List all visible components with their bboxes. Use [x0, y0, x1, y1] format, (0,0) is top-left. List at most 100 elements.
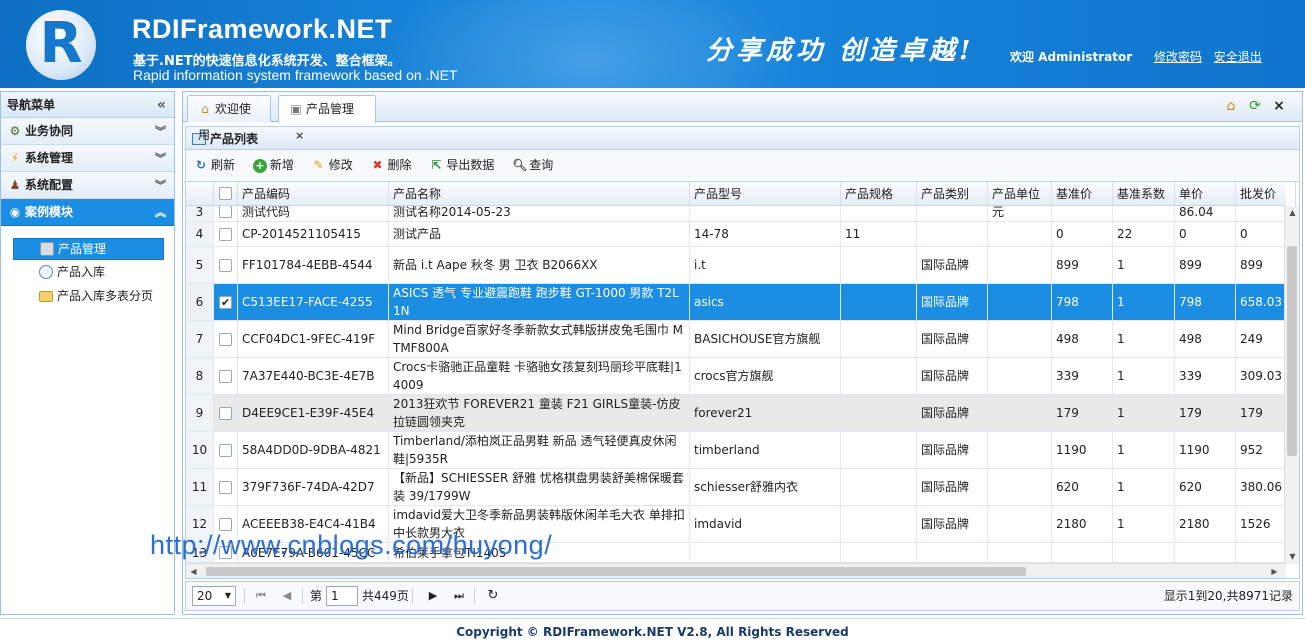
select-all-checkbox[interactable] — [219, 187, 232, 200]
cell-coef: 1 — [1113, 247, 1175, 283]
refresh-icon[interactable]: ⟳ — [1244, 98, 1266, 114]
collapse-left-icon[interactable]: « — [157, 92, 166, 118]
change-password-link[interactable]: 修改密码 — [1154, 50, 1202, 64]
delete-button[interactable]: ✖ 删除 — [371, 150, 412, 180]
page-number-input[interactable]: 1 — [326, 586, 358, 606]
vertical-scrollbar[interactable]: ▲ ▼ — [1284, 206, 1299, 564]
tree-item-product-management[interactable]: 产品管理 — [13, 238, 164, 260]
cell-text: 899 — [1056, 258, 1079, 272]
prev-page-button[interactable]: ◀ — [278, 582, 296, 610]
tab-product-management[interactable]: ▣ 产品管理× — [278, 95, 376, 142]
close-icon[interactable]: × — [295, 129, 304, 142]
toolbar: ↻ 刷新 + 新增 ✎ 修改 ✖ 删除 ⇱ 导出数据 🔍︎ 查询 — [185, 150, 1300, 180]
sidebar: 导航菜单 « ⚙ 业务协同 ︾ ⚡ 系统管理 ︾ ♟ 系统配置 ︾ ◉ 案例模块 ︽ 产… — [0, 91, 175, 615]
cell-text: 309.03 — [1240, 369, 1282, 383]
sidebar-group-config[interactable]: ♟ 系统配置 ︾ — [1, 172, 174, 199]
row-checkbox[interactable] — [219, 369, 232, 383]
next-page-button[interactable]: ▶ — [424, 582, 442, 610]
table-row[interactable]: 5 FF101784-4EBB-4544 新品 i.t Aape 秋冬 男 卫衣 B… — [186, 247, 1286, 284]
header-spec[interactable]: 产品规格 — [841, 182, 917, 206]
cell-unit — [988, 469, 1052, 505]
logo: R — [26, 10, 96, 80]
row-checkbox[interactable] — [219, 443, 232, 457]
row-checkbox[interactable] — [219, 517, 232, 531]
cell-text: BASICHOUSE官方旗舰 — [694, 332, 821, 346]
table-row[interactable]: 6 C513EE17-FACE-4255 ASICS 透气 专业避震跑鞋 跑步鞋 G… — [186, 284, 1286, 321]
first-page-button[interactable]: ⏮︎ — [252, 582, 270, 610]
close-icon[interactable]: × — [1268, 98, 1290, 114]
table-row[interactable]: 11 379F736F-74DA-42D7 【新品】SCHIESSER 舒雅 忧格棋… — [186, 469, 1286, 506]
table-row[interactable]: 8 7A37E440-BC3E-4E7B Crocs卡骆驰正品童鞋 卡骆驰女孩复刻玛… — [186, 358, 1286, 395]
export-button[interactable]: ⇱ 导出数据 — [429, 150, 494, 180]
tab-welcome[interactable]: ⌂ 欢迎使用 — [187, 95, 271, 142]
cell-n: 9 — [186, 395, 214, 431]
refresh-icon[interactable]: ↻ — [484, 582, 502, 610]
edit-button[interactable]: ✎ 修改 — [312, 150, 353, 180]
cell-text: 658.03 — [1240, 295, 1282, 309]
scroll-thumb[interactable] — [206, 567, 1026, 576]
header-code[interactable]: 产品编码 — [238, 182, 389, 206]
cell-code: FF101784-4EBB-4544 — [238, 247, 389, 283]
scroll-right-icon[interactable]: ▶ — [1267, 564, 1282, 578]
horizontal-scrollbar[interactable]: ◀ ▶ — [186, 563, 1286, 578]
table-row[interactable]: 9 D4EE9CE1-E39F-45E4 2013狂欢节 FOREVER21 童装 … — [186, 395, 1286, 432]
home-icon[interactable]: ⌂ — [1220, 98, 1242, 114]
refresh-button[interactable]: ↻ 刷新 — [194, 150, 235, 180]
chevron-down-icon: ▼ — [224, 591, 231, 600]
cell-unit — [988, 358, 1052, 394]
tree-item-product-stock-in[interactable]: 产品入库 — [13, 262, 164, 284]
cell-text: 测试代码 — [242, 206, 291, 219]
add-button[interactable]: + 新增 — [252, 150, 294, 180]
cell-base — [1052, 543, 1113, 562]
package-icon — [40, 242, 54, 256]
sidebar-group-business[interactable]: ⚙ 业务协同 ︾ — [1, 118, 174, 145]
header-base-coef[interactable]: 基准系数 — [1113, 182, 1175, 206]
cell-cat: 国际品牌 — [917, 321, 988, 357]
row-checkbox[interactable] — [219, 332, 232, 346]
footer: Copyright © RDIFramework.NET V2.8, All R… — [0, 618, 1305, 644]
table-row[interactable]: 7 CCF04DC1-9FEC-419F Mind Bridge百家好冬季新款女式韩… — [186, 321, 1286, 358]
lightning-icon: ⚡ — [10, 151, 20, 165]
cell-text: 179 — [1179, 406, 1202, 420]
row-checkbox[interactable] — [219, 480, 232, 494]
cell-whole: 899 — [1236, 247, 1286, 283]
row-checkbox[interactable] — [219, 406, 232, 420]
last-page-button[interactable]: ⏭︎ — [450, 582, 468, 610]
scroll-up-icon[interactable]: ▲ — [1285, 206, 1299, 220]
cell-text: 249 — [1240, 332, 1263, 346]
cell-code: CP-2014521105415 — [238, 222, 389, 246]
cell-price: 899 — [1175, 247, 1236, 283]
table-row[interactable]: 10 58A4DD0D-9DBA-4821 Timberland/添柏岚正品男鞋 新… — [186, 432, 1286, 469]
cell-text: 1 — [1117, 369, 1125, 383]
cell-base: 899 — [1052, 247, 1113, 283]
header-unit-price[interactable]: 单价 — [1175, 182, 1236, 206]
cell-spec — [841, 321, 917, 357]
scroll-down-icon[interactable]: ▼ — [1285, 550, 1299, 564]
row-checkbox-cell — [214, 284, 238, 320]
scroll-left-icon[interactable]: ◀ — [186, 564, 201, 578]
header-base-price[interactable]: 基准价 — [1052, 182, 1113, 206]
header-unit[interactable]: 产品单位 — [988, 182, 1052, 206]
tree-item-product-stock-in-multi[interactable]: 产品入库多表分页 — [13, 286, 164, 308]
header-model[interactable]: 产品型号 — [690, 182, 841, 206]
cell-text: D4EE9CE1-E39F-45E4 — [242, 406, 375, 420]
cell-unit: 元 — [988, 206, 1052, 221]
table-row[interactable]: 4 CP-2014521105415 测试产品 14-78 11 0 22 0 0 — [186, 222, 1286, 247]
sidebar-group-system[interactable]: ⚡ 系统管理 ︾ — [1, 145, 174, 172]
row-checkbox[interactable] — [219, 227, 232, 241]
page-size-select[interactable]: 20 ▼ — [192, 586, 236, 606]
row-checkbox[interactable] — [219, 206, 232, 218]
sidebar-group-cases[interactable]: ◉ 案例模块 ︽ — [1, 199, 174, 226]
cell-model: crocs官方旗舰 — [690, 358, 841, 394]
query-button[interactable]: 🔍︎ 查询 — [512, 150, 553, 180]
header-category[interactable]: 产品类别 — [917, 182, 988, 206]
header-name[interactable]: 产品名称 — [389, 182, 690, 206]
header-wholesale[interactable]: 批发价 — [1236, 182, 1296, 206]
logout-link[interactable]: 安全退出 — [1214, 50, 1262, 64]
row-checkbox[interactable] — [219, 294, 232, 312]
row-checkbox[interactable] — [219, 258, 232, 272]
table-row[interactable]: 3 测试代码 测试名称2014-05-23 元 86.04 — [186, 206, 1286, 222]
scroll-thumb[interactable] — [1287, 246, 1297, 456]
cell-text: 498 — [1179, 332, 1202, 346]
refresh-icon: ↻ — [195, 158, 207, 172]
